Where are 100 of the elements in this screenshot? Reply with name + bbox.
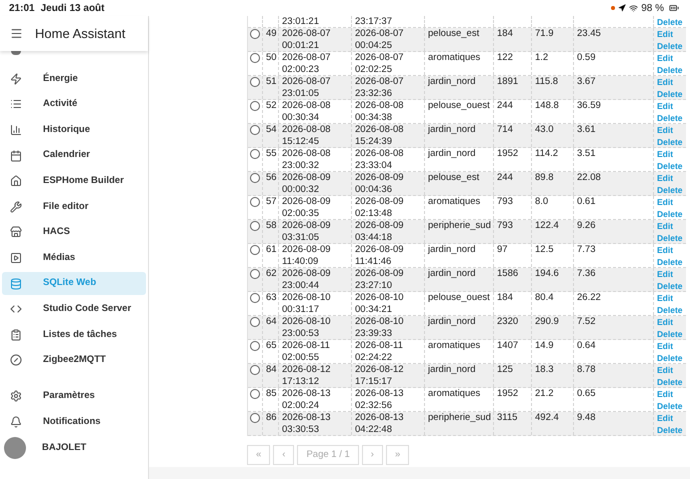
row-checkbox[interactable] [250,317,260,327]
action-link[interactable]: Delete [657,328,683,340]
action-link[interactable]: Delete [657,208,683,220]
table-cell-text: 0.59 [577,52,596,64]
row-checkbox[interactable] [250,293,260,303]
table-cell-text: 7.36 [577,268,596,280]
table-cell-text: 2026-08-07 23:01:05 [282,76,332,100]
sidebar-item[interactable]: Notifications [2,410,146,434]
action-link[interactable]: Edit [657,340,683,352]
sidebar-item[interactable]: SQLite Web [2,272,146,296]
table-cell-text: 8.78 [577,364,596,376]
row-checkbox[interactable] [250,77,260,87]
action-link[interactable]: Delete [657,400,683,412]
action-link[interactable]: Delete [657,256,683,268]
action-link[interactable]: Delete [657,136,683,148]
bar-chart-icon [10,124,22,136]
row-checkbox[interactable] [250,173,260,183]
menu-icon[interactable] [10,27,23,40]
sidebar-item[interactable]: Listes de tâches [2,323,146,346]
table-cell-text: 2026-08-08 15:24:39 [355,124,405,148]
row-checkbox[interactable] [250,221,260,231]
calendar-icon [10,150,22,162]
action-link[interactable]: Edit [657,316,683,328]
sidebar-item[interactable]: Zigbee2MQTT [2,348,146,372]
action-link[interactable]: Edit [657,28,683,40]
table-cell-text: 2026-08-10 23:00:53 [282,316,332,340]
action-link[interactable]: Delete [657,88,683,100]
avatar[interactable] [4,437,26,460]
table-cell: peripherie_sud [428,220,490,232]
table-cell-text: 9.48 [577,412,596,424]
table-cell-text: 22.08 [577,172,602,184]
table-cell: 65 [266,340,275,352]
action-link[interactable]: Delete [657,16,683,28]
action-link[interactable]: Edit [657,172,683,184]
row-checkbox[interactable] [250,269,260,279]
sidebar-item[interactable]: File editor [2,195,146,218]
table-cell-text: 2026-08-11 02:00:55 [282,340,331,364]
row-checkbox[interactable] [250,101,260,111]
sidebar-item[interactable]: ESPHome Builder [2,170,146,193]
row-checkbox[interactable] [250,365,260,375]
row-checkbox[interactable] [250,53,260,63]
action-link[interactable]: Edit [657,100,683,112]
action-link[interactable]: Edit [657,412,683,424]
action-link[interactable]: Edit [657,124,683,136]
table-cell-text: 2026-08-09 00:00:32 [282,172,332,196]
table-cell-text: 115.8 [535,76,560,88]
table-cell: 54 [266,124,275,136]
row-checkbox[interactable] [250,197,260,207]
sidebar-item[interactable]: Paramètres [2,384,146,408]
sidebar-item[interactable]: Activité [2,92,146,116]
table-cell-text: 26.22 [577,292,602,304]
action-link[interactable]: Edit [657,52,683,64]
row-checkbox[interactable] [250,341,260,351]
database-icon [10,278,22,290]
table-cell-text: 2026-08-13 03:30:53 [282,412,332,436]
row-checkbox[interactable] [250,245,260,255]
action-link[interactable]: Edit [657,196,683,208]
action-link[interactable]: Delete [657,112,683,124]
action-link[interactable]: Delete [657,424,683,436]
action-link[interactable]: Delete [657,352,683,364]
table-cell-text: 97 [497,244,509,256]
table-cell-text: 2026-08-09 03:44:18 [355,220,405,244]
action-link[interactable]: Delete [657,280,683,292]
table-cell-text: 2026-08-07 00:01:21 [282,28,332,52]
sidebar-item[interactable]: Historique [2,118,146,142]
battery-percent: 98 % [641,2,664,16]
table-cell-text: 0.61 [577,196,596,208]
row-checkbox[interactable] [250,149,260,159]
action-link[interactable]: Delete [657,184,683,196]
action-link[interactable]: Delete [657,304,683,316]
action-link[interactable]: Edit [657,292,683,304]
table-cell-text: 2026-08-07 23:32:36 [355,76,405,100]
row-checkbox[interactable] [250,389,260,399]
table-cell-text: 18.3 [535,364,554,376]
action-link[interactable]: Delete [657,40,683,52]
row-checkbox[interactable] [250,29,260,39]
action-link[interactable]: Edit [657,364,683,376]
table-cell-text: 2026-08-07 00:04:25 [355,28,405,52]
table-cell: 85 [266,388,275,400]
table-cell-text: 1952 [497,388,520,400]
wrench-icon [10,200,22,213]
action-link[interactable]: Edit [657,388,683,400]
sidebar-item[interactable]: Studio Code Server [2,298,146,321]
action-link[interactable]: Edit [657,76,683,88]
row-checkbox[interactable] [250,413,260,423]
sidebar-item[interactable]: Calendrier [2,144,146,168]
sidebar-item[interactable]: HACS [2,220,146,244]
action-link[interactable]: Delete [657,64,683,76]
row-checkbox[interactable] [250,125,260,135]
action-link[interactable]: Edit [657,148,683,160]
sidebar-item[interactable]: Médias [2,246,146,270]
sidebar-item[interactable]: Énergie [2,67,146,90]
action-link[interactable]: Delete [657,160,683,172]
action-link[interactable]: Edit [657,268,683,280]
action-link[interactable]: Edit [657,220,683,232]
table-cell-text: 2026-08-13 02:32:56 [355,388,405,412]
action-link[interactable]: Edit [657,244,683,256]
table-cell-text: 2026-08-13 04:22:48 [355,412,405,436]
action-link[interactable]: Delete [657,232,683,244]
action-link[interactable]: Delete [657,376,683,388]
